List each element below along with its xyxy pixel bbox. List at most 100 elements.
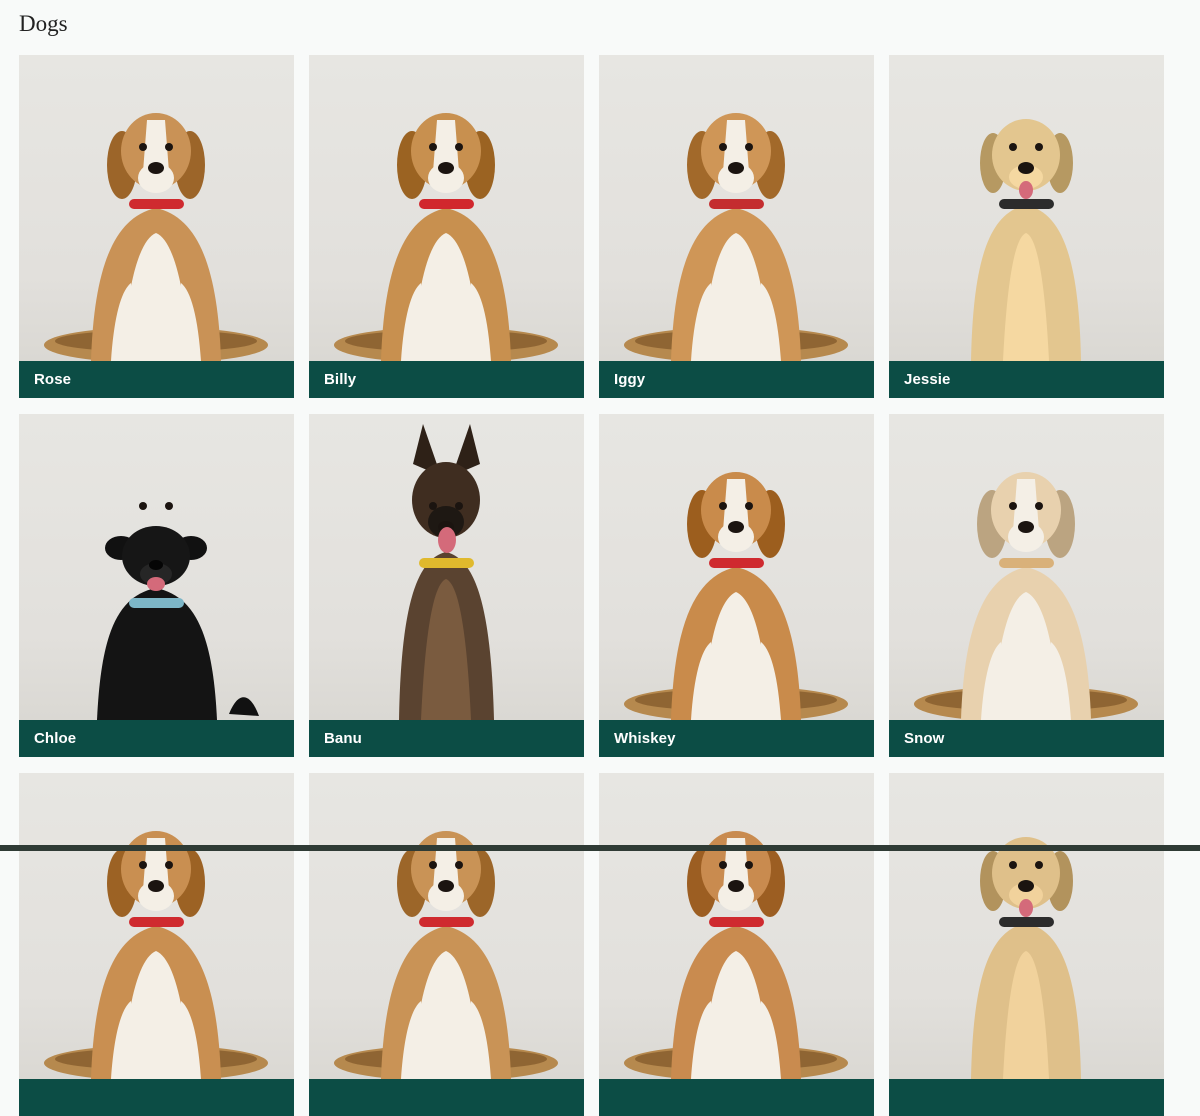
dog-eye <box>719 861 727 869</box>
dog-eye <box>719 143 727 151</box>
dog-photo[interactable] <box>309 773 584 1079</box>
dog-name-label[interactable]: Snow <box>889 720 1164 757</box>
dog-name-label[interactable]: Rose <box>19 361 294 398</box>
dog-illustration <box>97 502 259 720</box>
dog-illustration <box>971 837 1081 1079</box>
dog-tongue <box>147 577 165 591</box>
dog-illustration <box>44 113 268 361</box>
dog-eye <box>139 502 147 510</box>
dog-illustration <box>914 472 1138 720</box>
dog-grid: Rose Billy Iggy Jessie Chloe Banu Whiske… <box>19 55 1164 1116</box>
dog-photo[interactable] <box>309 55 584 361</box>
dog-eye <box>139 861 147 869</box>
dog-eye <box>429 502 437 510</box>
dog-eye <box>429 861 437 869</box>
dog-eye <box>745 502 753 510</box>
dog-eye <box>165 861 173 869</box>
dog-card-partial[interactable] <box>19 773 294 1116</box>
dog-eye <box>165 502 173 510</box>
dog-collar <box>999 917 1054 927</box>
dog-card-rose[interactable]: Rose <box>19 55 294 398</box>
dog-nose <box>1018 521 1034 533</box>
dog-eye <box>429 143 437 151</box>
dog-collar <box>129 917 184 927</box>
dog-eye <box>1009 143 1017 151</box>
dog-tongue <box>1019 181 1033 199</box>
dog-name-label[interactable] <box>19 1079 294 1116</box>
dog-name-label[interactable]: Chloe <box>19 720 294 757</box>
dog-collar <box>419 917 474 927</box>
dog-card-billy[interactable]: Billy <box>309 55 584 398</box>
page-title: Dogs <box>19 11 68 36</box>
dog-card-partial[interactable] <box>599 773 874 1116</box>
dog-eye <box>719 502 727 510</box>
dog-collar <box>999 199 1054 209</box>
dog-collar <box>419 558 474 568</box>
dog-illustration <box>44 831 268 1079</box>
dog-eye <box>1035 502 1043 510</box>
dog-collar <box>419 199 474 209</box>
dog-name-label[interactable]: Iggy <box>599 361 874 398</box>
dog-eye <box>455 502 463 510</box>
dog-illustration <box>624 113 848 361</box>
dog-card-banu[interactable]: Banu <box>309 414 584 757</box>
dog-illustration <box>624 831 848 1079</box>
dog-name-label[interactable]: Jessie <box>889 361 1164 398</box>
dog-eye <box>455 143 463 151</box>
dog-nose <box>149 560 163 570</box>
dog-nose <box>438 880 454 892</box>
dog-photo[interactable] <box>19 773 294 1079</box>
dog-collar <box>709 917 764 927</box>
dog-collar <box>129 598 184 608</box>
dog-card-partial[interactable] <box>309 773 584 1116</box>
dog-card-partial[interactable] <box>889 773 1164 1116</box>
dog-name-label[interactable] <box>309 1079 584 1116</box>
dog-eye <box>745 861 753 869</box>
dog-card-snow[interactable]: Snow <box>889 414 1164 757</box>
dog-collar <box>709 558 764 568</box>
dog-collar <box>709 199 764 209</box>
dog-nose <box>438 162 454 174</box>
dog-photo[interactable] <box>889 55 1164 361</box>
dog-card-jessie[interactable]: Jessie <box>889 55 1164 398</box>
dog-nose <box>1018 880 1034 892</box>
dog-photo[interactable] <box>599 414 874 720</box>
dog-illustration <box>971 119 1081 361</box>
dog-nose <box>728 880 744 892</box>
dog-photo[interactable] <box>599 773 874 1079</box>
dog-tongue <box>1019 899 1033 917</box>
dog-photo[interactable] <box>889 773 1164 1079</box>
dog-eye <box>139 143 147 151</box>
dog-photo[interactable] <box>889 414 1164 720</box>
dog-card-chloe[interactable]: Chloe <box>19 414 294 757</box>
dog-illustration <box>624 472 848 720</box>
dog-card-iggy[interactable]: Iggy <box>599 55 874 398</box>
dog-nose <box>148 880 164 892</box>
dog-nose <box>728 162 744 174</box>
dog-photo[interactable] <box>599 55 874 361</box>
dog-photo[interactable] <box>309 414 584 720</box>
dog-card-whiskey[interactable]: Whiskey <box>599 414 874 757</box>
dog-nose <box>1018 162 1034 174</box>
dog-illustration <box>399 424 494 720</box>
dog-illustration <box>334 113 558 361</box>
dog-tongue <box>438 527 456 553</box>
dog-nose <box>728 521 744 533</box>
dog-eye <box>1035 861 1043 869</box>
dog-eye <box>165 143 173 151</box>
dog-name-label[interactable]: Billy <box>309 361 584 398</box>
dog-collar <box>129 199 184 209</box>
dog-name-label[interactable] <box>599 1079 874 1116</box>
dog-illustration <box>334 831 558 1079</box>
dog-name-label[interactable] <box>889 1079 1164 1116</box>
dog-name-label[interactable]: Banu <box>309 720 584 757</box>
bottom-edge-bar <box>0 845 1200 851</box>
dog-photo[interactable] <box>19 55 294 361</box>
dog-eye <box>745 143 753 151</box>
dog-eye <box>455 861 463 869</box>
dog-eye <box>1009 861 1017 869</box>
dog-name-label[interactable]: Whiskey <box>599 720 874 757</box>
dog-nose <box>148 162 164 174</box>
dog-eye <box>1009 502 1017 510</box>
dog-photo[interactable] <box>19 414 294 720</box>
